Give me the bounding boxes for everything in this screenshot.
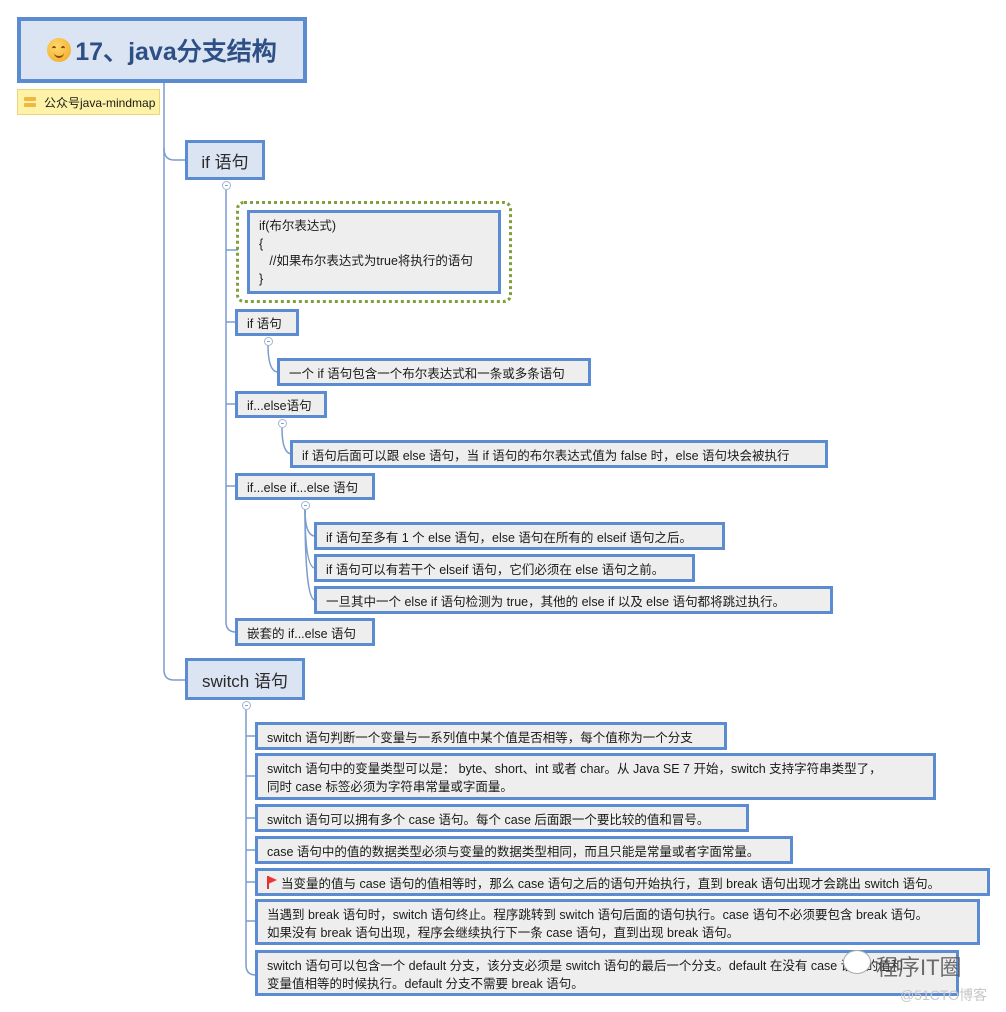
detail-node[interactable]: if 语句后面可以跟 else 语句，当 if 语句的布尔表达式值为 false… xyxy=(290,440,828,468)
topic-if[interactable]: if 语句 xyxy=(235,309,299,336)
code-line: } xyxy=(259,271,264,286)
detail-node[interactable]: if 语句可以有若干个 elseif 语句，它们必须在 else 语句之前。 xyxy=(314,554,695,582)
topic-label: 嵌套的 if...else 语句 xyxy=(247,626,357,641)
detail-text: case 语句中的值的数据类型必须与变量的数据类型相同，而且只能是常量或者字面常… xyxy=(267,844,760,859)
topic-if-else[interactable]: if...else语句 xyxy=(235,391,327,418)
wechat-icon xyxy=(843,950,871,974)
detail-text: 当变量的值与 case 语句的值相等时，那么 case 语句之后的语句开始执行，… xyxy=(281,876,941,891)
topic-if-else-if[interactable]: if...else if...else 语句 xyxy=(235,473,375,500)
code-line: { xyxy=(259,236,264,251)
detail-line: 如果没有 break 语句出现，程序会继续执行下一条 case 语句，直到出现 … xyxy=(267,926,740,940)
detail-line: switch 语句中的变量类型可以是： byte、short、int 或者 ch… xyxy=(267,762,882,776)
root-title: 17、java分支结构 xyxy=(75,38,277,66)
note-icon xyxy=(24,96,36,108)
code-block-node[interactable]: if(布尔表达式) { //如果布尔表达式为true将执行的语句 } xyxy=(247,210,501,294)
switch-detail[interactable]: switch 语句可以拥有多个 case 语句。每个 case 后面跟一个要比较… xyxy=(255,804,749,832)
code-line: //如果布尔表达式为true将执行的语句 xyxy=(259,254,473,268)
collapse-toggle-switch[interactable] xyxy=(242,701,251,710)
switch-detail[interactable]: switch 语句判断一个变量与一系列值中某个值是否相等，每个值称为一个分支 xyxy=(255,722,727,750)
detail-text: switch 语句判断一个变量与一系列值中某个值是否相等，每个值称为一个分支 xyxy=(267,730,693,745)
switch-detail[interactable]: case 语句中的值的数据类型必须与变量的数据类型相同，而且只能是常量或者字面常… xyxy=(255,836,793,864)
collapse-toggle-if[interactable] xyxy=(222,181,231,190)
detail-node[interactable]: if 语句至多有 1 个 else 语句，else 语句在所有的 elseif … xyxy=(314,522,725,550)
note-label[interactable]: 公众号java-mindmap xyxy=(17,89,160,115)
red-flag-icon xyxy=(267,875,277,889)
branch-if-connector xyxy=(163,147,186,161)
switch-detail[interactable]: switch 语句中的变量类型可以是： byte、short、int 或者 ch… xyxy=(255,753,936,800)
root-topic[interactable]: 17、java分支结构 xyxy=(17,17,307,83)
switch-detail[interactable]: 当遇到 break 语句时，switch 语句终止。程序跳转到 switch 语… xyxy=(255,899,980,945)
branch-if[interactable]: if 语句 xyxy=(185,140,265,180)
smiley-icon xyxy=(47,38,72,62)
watermark-secondary: @51CTO博客 xyxy=(900,987,988,1003)
watermark-primary: 程序IT圈 xyxy=(876,955,962,980)
branch-switch[interactable]: switch 语句 xyxy=(185,658,305,700)
topic-label: if...else if...else 语句 xyxy=(247,481,359,495)
branch-switch-label: switch 语句 xyxy=(202,671,288,691)
detail-node[interactable]: 一个 if 语句包含一个布尔表达式和一条或多条语句 xyxy=(277,358,591,386)
detail-text: if 语句后面可以跟 else 语句，当 if 语句的布尔表达式值为 false… xyxy=(302,448,790,463)
collapse-toggle[interactable] xyxy=(264,337,273,346)
detail-line: 变量值相等的时候执行。default 分支不需要 break 语句。 xyxy=(267,977,584,991)
topic-label: if 语句 xyxy=(247,317,282,331)
code-line: if(布尔表达式) xyxy=(259,219,337,233)
collapse-toggle[interactable] xyxy=(301,501,310,510)
detail-text: switch 语句可以拥有多个 case 语句。每个 case 后面跟一个要比较… xyxy=(267,812,710,827)
topic-nested-if-else[interactable]: 嵌套的 if...else 语句 xyxy=(235,618,375,646)
collapse-toggle[interactable] xyxy=(278,419,287,428)
detail-line: 同时 case 标签必须为字符串常量或字面量。 xyxy=(267,780,513,794)
detail-node[interactable]: 一旦其中一个 else if 语句检测为 true，其他的 else if 以及… xyxy=(314,586,833,614)
switch-detail[interactable]: 当变量的值与 case 语句的值相等时，那么 case 语句之后的语句开始执行，… xyxy=(255,868,990,896)
branch-if-label: if 语句 xyxy=(201,152,249,172)
detail-text: 一个 if 语句包含一个布尔表达式和一条或多条语句 xyxy=(289,366,565,381)
trunk-line xyxy=(163,83,186,681)
note-text: 公众号java-mindmap xyxy=(44,95,156,110)
detail-line: 当遇到 break 语句时，switch 语句终止。程序跳转到 switch 语… xyxy=(267,908,929,922)
detail-text: if 语句至多有 1 个 else 语句，else 语句在所有的 elseif … xyxy=(326,530,693,545)
detail-text: 一旦其中一个 else if 语句检测为 true，其他的 else if 以及… xyxy=(326,594,786,609)
topic-label: if...else语句 xyxy=(247,399,312,413)
detail-text: if 语句可以有若干个 elseif 语句，它们必须在 else 语句之前。 xyxy=(326,562,665,577)
